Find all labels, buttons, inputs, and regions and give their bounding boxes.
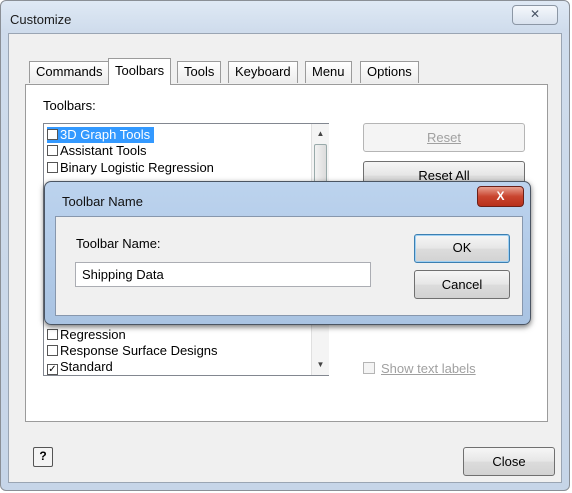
list-item[interactable]: Response Surface Designs [47,343,218,359]
cancel-button[interactable]: Cancel [414,270,510,299]
dialog-close-button[interactable]: X [477,186,524,207]
reset-button[interactable]: Reset [363,123,525,152]
checkbox-icon[interactable] [47,345,58,356]
close-button[interactable]: Close [463,447,555,476]
tab-toolbars[interactable]: Toolbars [108,58,172,85]
help-button[interactable]: ? [33,447,53,467]
window-title: Customize [10,12,72,27]
checkbox-icon[interactable] [47,329,58,340]
window-close-button[interactable]: ✕ [512,5,558,25]
list-item[interactable]: 3D Graph Tools [47,127,155,143]
show-text-labels-checkbox[interactable]: Show text labels [363,361,476,376]
checkbox-icon[interactable] [47,162,58,173]
ok-button[interactable]: OK [414,234,510,263]
toolbar-name-input[interactable] [75,262,371,287]
tab-commands[interactable]: Commands [29,61,110,83]
toolbars-label: Toolbars: [43,98,96,113]
list-item[interactable]: ✓ Standard [47,359,113,375]
scroll-thumb[interactable] [314,144,327,184]
close-icon: X [496,189,505,203]
dialog-title: Toolbar Name [62,194,143,209]
list-item[interactable]: Assistant Tools [47,143,146,159]
scroll-up-icon[interactable]: ▲ [312,126,329,142]
tab-tools[interactable]: Tools [177,61,222,83]
tab-menu[interactable]: Menu [305,61,352,83]
checkbox-icon[interactable] [47,129,58,140]
tab-keyboard[interactable]: Keyboard [228,61,298,83]
scroll-down-icon[interactable]: ▼ [312,357,329,373]
help-icon: ? [39,449,47,463]
checkbox-icon[interactable] [363,362,375,374]
checkbox-icon[interactable]: ✓ [47,364,58,375]
toolbar-name-label: Toolbar Name: [76,236,161,251]
close-icon: ✕ [529,7,541,21]
list-item[interactable]: Binary Logistic Regression [47,160,214,176]
list-item[interactable]: Regression [47,327,126,343]
checkbox-icon[interactable] [47,145,58,156]
tab-options[interactable]: Options [360,61,419,83]
